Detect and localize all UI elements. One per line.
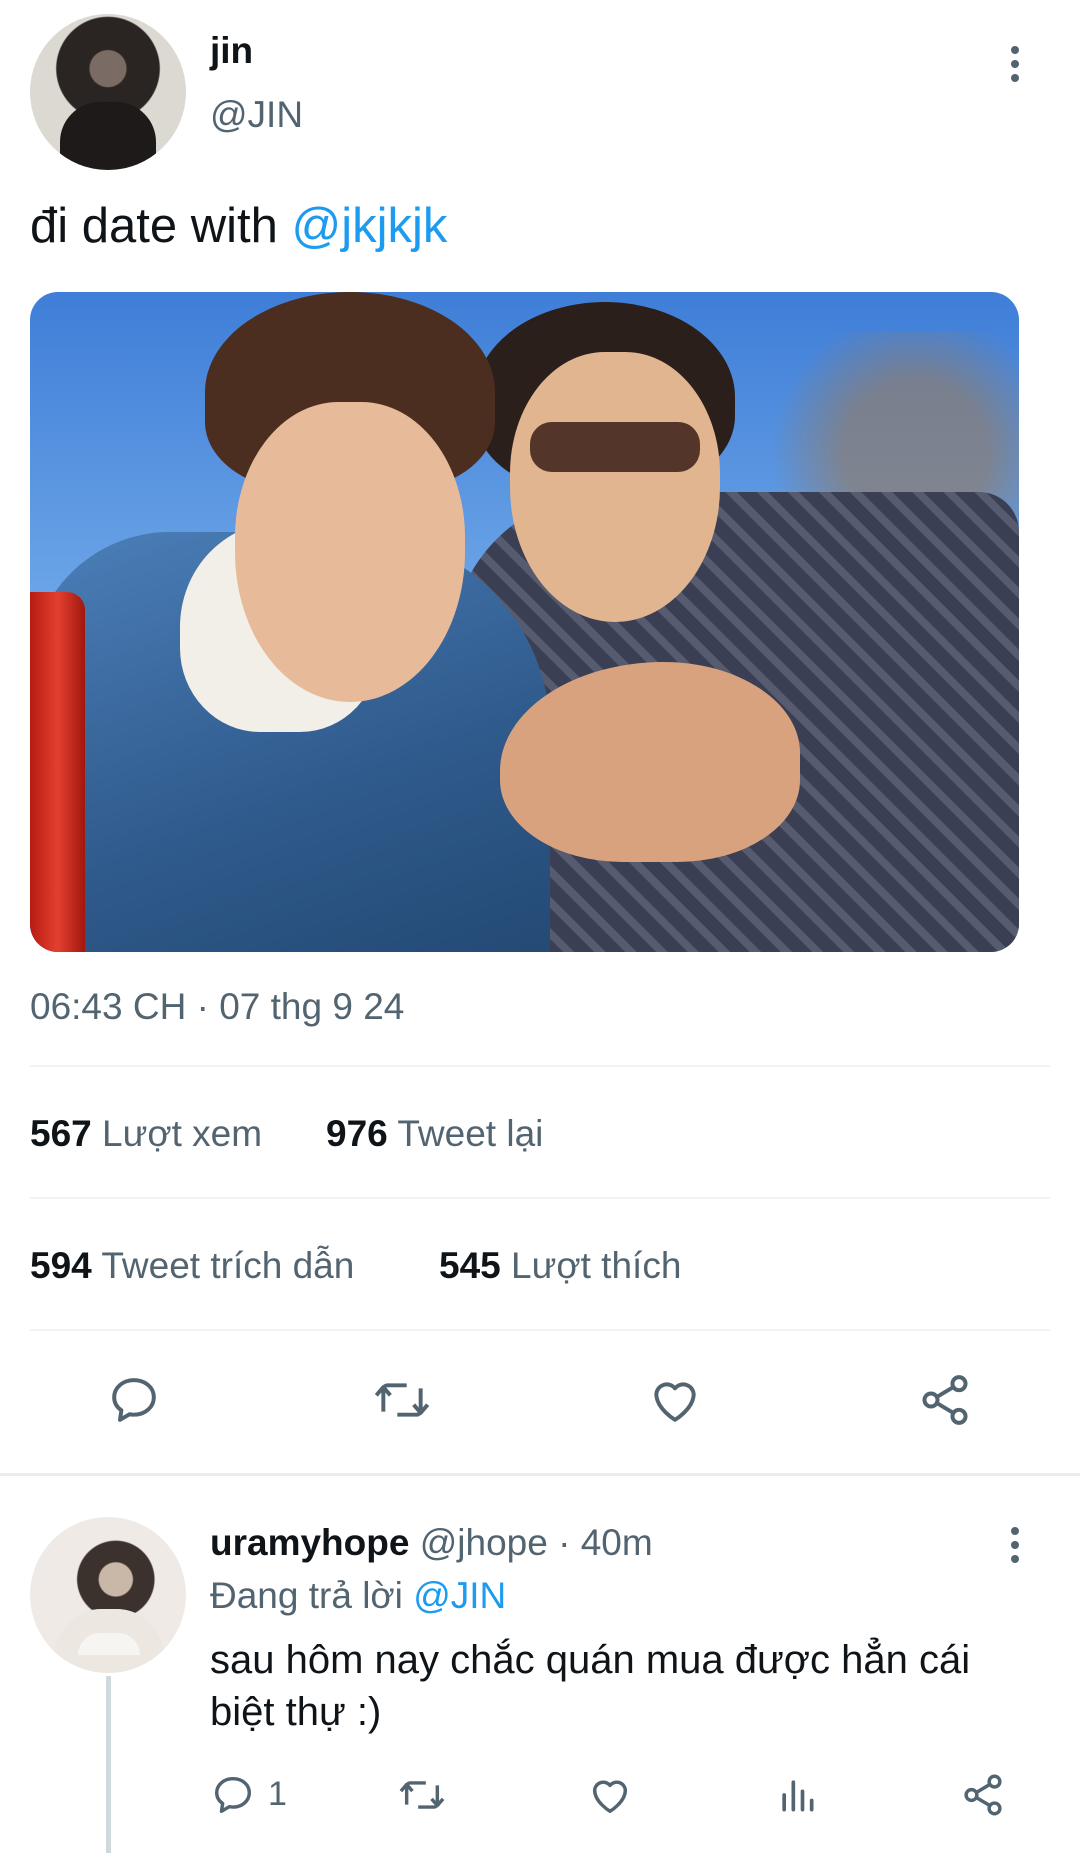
likes-stat[interactable]: 545 Lượt thích (439, 1245, 681, 1287)
reply-analytics-icon[interactable] (775, 1772, 819, 1818)
replying-to-label: Đang trả lời (210, 1575, 403, 1616)
reply-retweet-icon[interactable] (396, 1772, 448, 1818)
tweet-timestamp[interactable]: 06:43 CH · 07 thg 9 24 (30, 986, 404, 1028)
quote-tweets-count: 594 (30, 1245, 92, 1286)
quote-tweets-stat[interactable]: 594 Tweet trích dẫn (30, 1245, 354, 1287)
reply-reply-icon[interactable] (210, 1772, 256, 1818)
views-count: 567 (30, 1113, 92, 1154)
divider (30, 1329, 1050, 1331)
retweet-icon[interactable] (371, 1372, 433, 1428)
views-label: Lượt xem (102, 1113, 263, 1154)
retweets-stat[interactable]: 976 Tweet lại (326, 1113, 543, 1155)
replying-to-link[interactable]: @JIN (413, 1575, 506, 1616)
likes-count: 545 (439, 1245, 501, 1286)
tweet-photo[interactable] (30, 292, 1019, 952)
divider (30, 1197, 1050, 1199)
likes-label: Lượt thích (511, 1245, 682, 1286)
views-stat: 567 Lượt xem (30, 1113, 262, 1155)
reply-reply-count: 1 (268, 1775, 287, 1813)
author-avatar[interactable] (30, 14, 186, 170)
author-handle[interactable]: @JIN (210, 94, 303, 136)
more-options-icon[interactable] (1011, 46, 1019, 82)
reply-share-icon[interactable] (960, 1772, 1006, 1818)
reply-author-handle[interactable]: @jhope (420, 1522, 548, 1563)
tweet-mention-link[interactable]: @jkjkjk (292, 199, 448, 253)
share-icon[interactable] (917, 1372, 973, 1428)
reply-text: sau hôm nay chắc quán mua được hẳn cái b… (210, 1638, 971, 1734)
thread-line (106, 1676, 111, 1853)
like-icon[interactable] (646, 1372, 704, 1428)
reply-author-avatar[interactable] (30, 1517, 186, 1673)
replying-to: Đang trả lời @JIN (210, 1575, 506, 1617)
section-divider (0, 1473, 1080, 1476)
retweets-label: Tweet lại (397, 1113, 544, 1154)
divider (30, 1065, 1050, 1067)
reply-time: · 40m (558, 1522, 653, 1563)
tweet-text: đi date with @jkjkjk (30, 198, 447, 254)
retweets-count: 976 (326, 1113, 388, 1154)
quote-tweets-label: Tweet trích dẫn (101, 1245, 355, 1286)
reply-more-options-icon[interactable] (1011, 1527, 1019, 1563)
reply-author-name[interactable]: uramyhope (210, 1522, 409, 1563)
reply-like-icon[interactable] (586, 1772, 634, 1818)
reply-header: uramyhope @jhope · 40m (210, 1522, 653, 1564)
reply-icon[interactable] (106, 1372, 162, 1428)
author-name[interactable]: jin (210, 30, 253, 72)
tweet-text-body: đi date with (30, 199, 292, 253)
